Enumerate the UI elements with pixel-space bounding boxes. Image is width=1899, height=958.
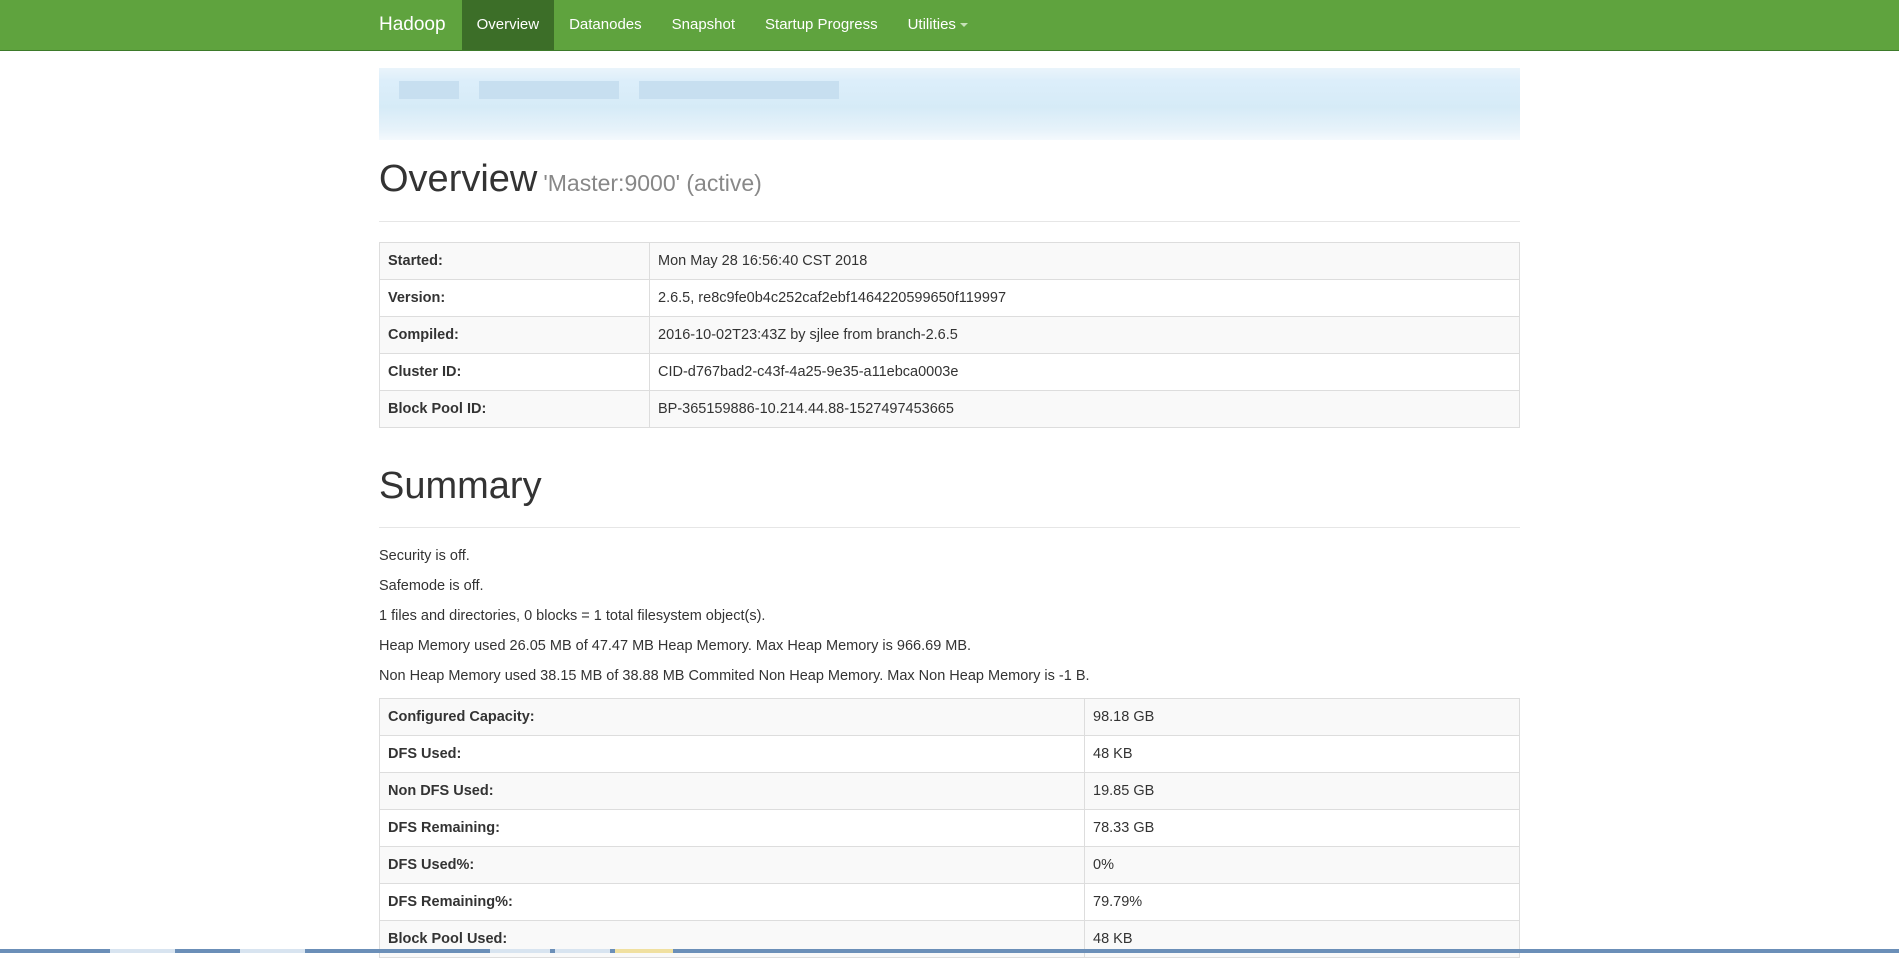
navbar-inner: Hadoop Overview Datanodes Snapshot Start… xyxy=(367,0,983,50)
divider xyxy=(379,527,1520,528)
summary-table: Configured Capacity: 98.18 GB DFS Used: … xyxy=(379,698,1520,958)
nav-overview[interactable]: Overview xyxy=(461,0,555,50)
row-label: Configured Capacity: xyxy=(379,698,1085,736)
table-row: Version: 2.6.5, re8c9fe0b4c252caf2ebf146… xyxy=(379,279,1520,317)
row-value: Mon May 28 16:56:40 CST 2018 xyxy=(649,242,1520,280)
overview-table: Started: Mon May 28 16:56:40 CST 2018 Ve… xyxy=(379,242,1520,428)
row-label: Version: xyxy=(379,279,650,317)
table-row: Compiled: 2016-10-02T23:43Z by sjlee fro… xyxy=(379,316,1520,354)
nav-utilities-label: Utilities xyxy=(907,16,956,33)
taskbar-button-active[interactable] xyxy=(615,949,673,953)
brand-logo[interactable]: Hadoop xyxy=(367,0,458,50)
taskbar-button[interactable] xyxy=(490,949,550,953)
table-row: DFS Used: 48 KB xyxy=(379,735,1520,773)
row-label: DFS Remaining: xyxy=(379,809,1085,847)
table-row: Block Pool ID: BP-365159886-10.214.44.88… xyxy=(379,390,1520,428)
summary-title: Summary xyxy=(379,465,542,507)
table-row: Configured Capacity: 98.18 GB xyxy=(379,698,1520,736)
row-value: 48 KB xyxy=(1084,735,1520,773)
divider xyxy=(379,221,1520,222)
taskbar-button[interactable] xyxy=(240,949,305,953)
row-label: Cluster ID: xyxy=(379,353,650,391)
row-label: DFS Remaining%: xyxy=(379,883,1085,921)
row-label: Block Pool ID: xyxy=(379,390,650,428)
heap-memory: Heap Memory used 26.05 MB of 47.47 MB He… xyxy=(379,638,972,654)
row-value: CID-d767bad2-c43f-4a25-9e35-a11ebca0003e xyxy=(649,353,1520,391)
row-label: Non DFS Used: xyxy=(379,772,1085,810)
page-title: Overview 'Master:9000' (active) xyxy=(379,158,762,201)
redacted-block xyxy=(479,81,619,99)
non-heap-memory: Non Heap Memory used 38.15 MB of 38.88 M… xyxy=(379,668,1090,684)
row-value: 2.6.5, re8c9fe0b4c252caf2ebf146422059965… xyxy=(649,279,1520,317)
redacted-block xyxy=(639,81,839,99)
caret-down-icon xyxy=(959,23,968,28)
table-row: DFS Remaining: 78.33 GB xyxy=(379,809,1520,847)
nav-snapshot[interactable]: Snapshot xyxy=(657,0,750,50)
nav-startup-progress[interactable]: Startup Progress xyxy=(750,0,893,50)
row-value: BP-365159886-10.214.44.88-1527497453665 xyxy=(649,390,1520,428)
row-label: Compiled: xyxy=(379,316,650,354)
row-value: 98.18 GB xyxy=(1084,698,1520,736)
row-value: 2016-10-02T23:43Z by sjlee from branch-2… xyxy=(649,316,1520,354)
nav-utilities-dropdown[interactable]: Utilities xyxy=(893,0,983,50)
row-label: DFS Used%: xyxy=(379,846,1085,884)
row-label: DFS Used: xyxy=(379,735,1085,773)
row-label: Started: xyxy=(379,242,650,280)
safemode-status: Safemode is off. xyxy=(379,578,484,594)
redacted-banner xyxy=(379,68,1520,140)
filesystem-objects: 1 files and directories, 0 blocks = 1 to… xyxy=(379,608,766,624)
table-row: Non DFS Used: 19.85 GB xyxy=(379,772,1520,810)
row-value: 79.79% xyxy=(1084,883,1520,921)
os-taskbar[interactable] xyxy=(0,949,1899,953)
nav-datanodes[interactable]: Datanodes xyxy=(554,0,657,50)
overview-title: Overview xyxy=(379,158,538,200)
row-value: 0% xyxy=(1084,846,1520,884)
top-navbar: Hadoop Overview Datanodes Snapshot Start… xyxy=(0,0,1899,51)
table-row: Cluster ID: CID-d767bad2-c43f-4a25-9e35-… xyxy=(379,353,1520,391)
table-row: DFS Remaining%: 79.79% xyxy=(379,883,1520,921)
taskbar-button[interactable] xyxy=(555,949,610,953)
table-row: Started: Mon May 28 16:56:40 CST 2018 xyxy=(379,242,1520,280)
taskbar-button[interactable] xyxy=(110,949,175,953)
security-status: Security is off. xyxy=(379,548,470,564)
namenode-address: 'Master:9000' (active) xyxy=(543,170,762,196)
row-value: 19.85 GB xyxy=(1084,772,1520,810)
table-row: DFS Used%: 0% xyxy=(379,846,1520,884)
row-value: 78.33 GB xyxy=(1084,809,1520,847)
redacted-block xyxy=(399,81,459,99)
